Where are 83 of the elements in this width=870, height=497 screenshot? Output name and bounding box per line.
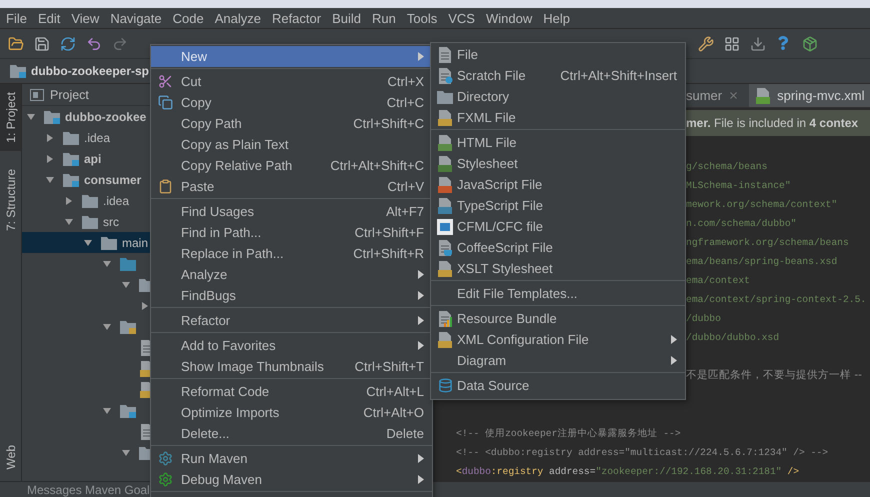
tree-item-label: dubbo-zookee [65, 110, 146, 124]
menu-bar-item[interactable]: Build [332, 10, 362, 26]
menu-bar-item[interactable]: Code [172, 10, 204, 26]
code-line: ema/beans/spring-beans.xsd [686, 255, 838, 269]
menu-item[interactable]: Copy Relative Path Ctrl+Alt+Shift+C [151, 155, 432, 176]
menu-item[interactable]: File [431, 44, 685, 65]
menu-bar-item[interactable]: View [71, 10, 100, 26]
menu-item[interactable]: Find Usages Alt+F7 [151, 201, 432, 222]
code-line: mework.org/schema/context" [686, 198, 838, 212]
menu-item[interactable]: New [151, 46, 432, 67]
menu-item[interactable]: Stylesheet [431, 153, 685, 174]
menu-item[interactable]: HTML File [431, 132, 685, 153]
menu-bar-item[interactable]: Help [543, 10, 570, 26]
tool-window-button[interactable]: 1: Project [0, 84, 21, 151]
menu-bar-item[interactable]: VCS [448, 10, 475, 26]
code-line: <dubbo:registry address="zookeeper://192.168.20.31:2181" /> [456, 465, 800, 479]
menu-bar-item[interactable]: Analyze [214, 10, 261, 26]
status-text: Messages Maven Goal [27, 482, 150, 496]
tree-row[interactable]: .idea [22, 190, 150, 211]
menu-item[interactable]: CoffeeScript File [431, 237, 685, 258]
menu-item[interactable]: Copy Ctrl+C [151, 92, 432, 113]
menu-bar-item[interactable]: Window [486, 10, 532, 26]
tree-row[interactable]: api [22, 148, 150, 169]
panel-title: Project [50, 88, 89, 102]
menu-item[interactable]: Find in Path... Ctrl+Shift+F [151, 222, 432, 243]
breadcrumb[interactable]: dubbo-zookeeper-sp [31, 64, 150, 78]
menu-bar-item[interactable]: Refactor [272, 10, 322, 26]
code-line: /dubbo [686, 312, 722, 326]
tool-window-button[interactable]: Web [0, 436, 21, 477]
code-line: ema/context/spring-context-2.5. [686, 293, 868, 307]
code-line: /dubbo/dubbo.xsd [686, 331, 780, 345]
menu-item[interactable]: TypeScript File [431, 195, 685, 216]
menu-item[interactable]: Optimize Imports Ctrl+Alt+O [151, 402, 432, 423]
menu-item[interactable]: Add to Favorites [151, 335, 432, 356]
menu-item[interactable]: Copy Path Ctrl+Shift+C [151, 113, 432, 134]
menu-item[interactable]: Cut Ctrl+X [151, 71, 432, 92]
menu-item[interactable]: Edit File Templates... [431, 283, 685, 304]
menu-bar-item[interactable]: Navigate [110, 10, 162, 26]
editor-tab[interactable]: spring-mvc.xml [749, 84, 870, 107]
menu-item[interactable]: FindBugs [151, 285, 432, 306]
code-line: <!-- 使用zookeeper注册中心暴露服务地址 --> [456, 427, 682, 441]
menu-item[interactable]: Refactor [151, 310, 432, 331]
code-line: ngframework.org/schema/beans [686, 236, 850, 250]
tree-row[interactable]: consumer [22, 169, 150, 190]
menu-item[interactable]: Copy as Plain Text [151, 134, 432, 155]
tree-row[interactable]: src [22, 211, 150, 232]
menu-item[interactable]: JavaScript File [431, 174, 685, 195]
menu-bar-item[interactable]: File [6, 10, 27, 26]
menu-bar-item[interactable]: Tools [406, 10, 438, 26]
menu-item[interactable]: CFML/CFC file [431, 216, 685, 237]
tool-window-button[interactable]: 7: Structure [0, 160, 21, 239]
menu-item[interactable]: Replace in Path... Ctrl+Shift+R [151, 243, 432, 264]
tree-item-label: api [84, 152, 102, 166]
tree-row[interactable]: .idea [22, 127, 150, 148]
code-line: MLSchema-instance" [686, 179, 792, 193]
menu-item[interactable]: Analyze [151, 264, 432, 285]
tree-row[interactable]: dubbo-zookee [22, 106, 150, 127]
menu-bar-item[interactable]: Edit [38, 10, 60, 26]
menu-item[interactable]: Diagram [431, 350, 685, 371]
code-line: ema/context [686, 274, 751, 288]
tree-item-label: main [122, 236, 148, 250]
tree-item-label: src [103, 214, 119, 228]
menu-item[interactable]: Debug Maven [151, 469, 432, 490]
menu-item[interactable]: Scratch File Ctrl+Alt+Shift+Insert [431, 65, 685, 86]
menu-item[interactable]: Resource Bundle [431, 308, 685, 329]
tree-item-label: .idea [84, 130, 110, 144]
menu-item[interactable]: FXML File [431, 107, 685, 128]
menu-item[interactable]: Paste Ctrl+V [151, 176, 432, 197]
tree-item-label: .idea [103, 194, 130, 208]
code-line: n.com/schema/dubbo" [686, 217, 798, 231]
menu-item[interactable]: Data Source [431, 375, 685, 396]
menu-item[interactable]: Show Image Thumbnails Ctrl+Shift+T [151, 356, 432, 377]
tree-item-label: consumer [84, 172, 142, 186]
code-line: 不是匹配条件，不要与提供方一样 -- [686, 368, 863, 383]
code-line: g/schema/beans [686, 160, 768, 174]
menu-item[interactable]: Delete... Delete [151, 423, 432, 444]
menu-item[interactable]: Run Maven [151, 448, 432, 469]
tree-row[interactable]: main [22, 232, 150, 253]
menu-item[interactable]: XML Configuration File [431, 329, 685, 350]
code-line: <!-- <dubbo:registry address="multicast://224.5.6.7:1234" /> --> [456, 446, 830, 460]
menu-item[interactable]: XSLT Stylesheet [431, 258, 685, 279]
menu-item[interactable]: Reformat Code Ctrl+Alt+L [151, 381, 432, 402]
menu-bar-item[interactable]: Run [372, 10, 396, 26]
